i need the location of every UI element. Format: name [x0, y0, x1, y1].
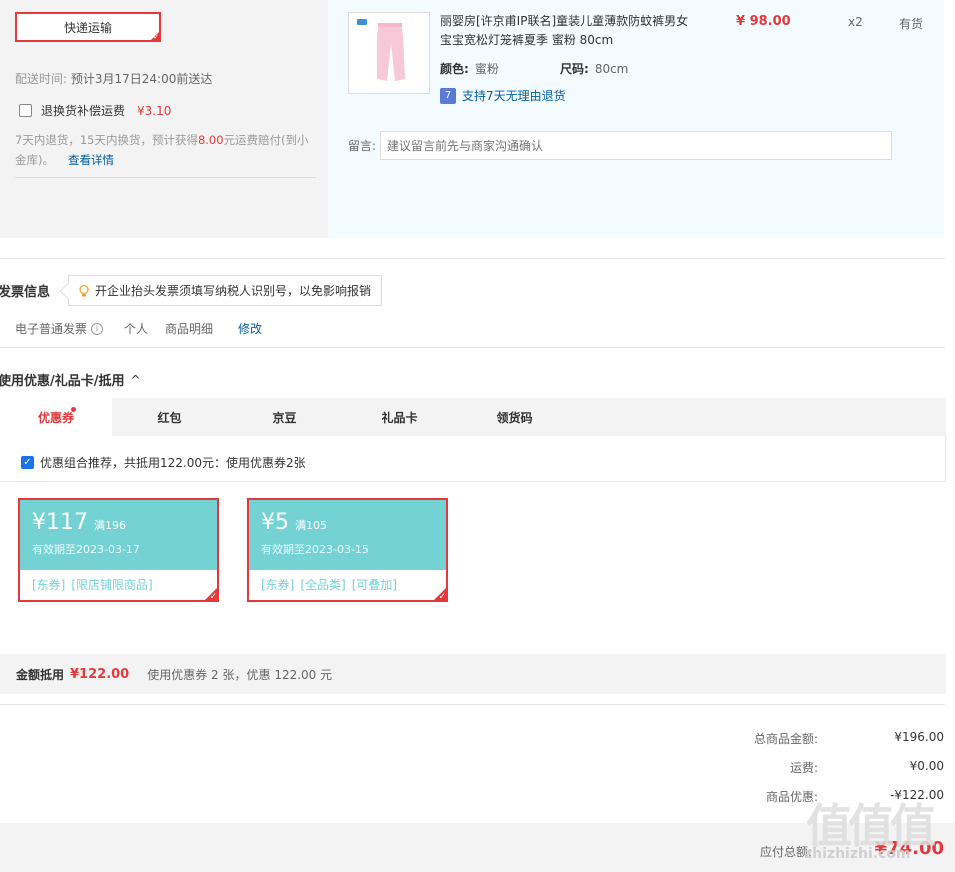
invoice-title: 发票信息 — [0, 285, 51, 300]
product-title[interactable]: 丽婴房[许京甫IP联名]童装儿童薄款防蚊裤男女宝宝宽松灯笼裤夏季 蜜粉 80cm — [440, 12, 690, 50]
product-image[interactable] — [348, 12, 430, 94]
tip-arrow — [59, 282, 77, 300]
express-shipping-label: 快递运输 — [63, 20, 112, 35]
coupon-amount: ¥5 — [261, 510, 289, 535]
coupon-tag: [可叠加] — [351, 578, 398, 592]
combo-recommend[interactable]: ✓ 优惠组合推荐，共抵用122.00元：使用优惠券2张 — [21, 454, 306, 471]
tab-label: 领货码 — [496, 410, 533, 425]
freight-insurance-desc: 7天内退货，15天内换货，预计获得8.00元运费赔付(到小金库)。 查看详情 — [15, 130, 318, 170]
discount-label: 商品优惠: — [765, 790, 818, 804]
check-icon: ✓ — [438, 592, 446, 602]
color-value: 蜜粉 — [474, 62, 499, 76]
color-label: 颜色: — [440, 62, 469, 76]
delivery-time: 配送时间: 预计3月17日24:00前送达 — [15, 70, 212, 87]
size-label: 尺码: — [560, 62, 589, 76]
summary-label: 金额抵用 — [16, 667, 65, 682]
coupon-tag: [东券] — [32, 578, 66, 592]
seven-day-return: 7 支持7天无理由退货 — [440, 87, 566, 104]
invoice-details: 电子普通发票 i 个人 商品明细 修改 — [15, 320, 262, 337]
freight-insurance-label: 退换货补偿运费 — [41, 104, 126, 118]
delivery-value: 预计3月17日24:00前送达 — [70, 72, 213, 86]
coupon-tag: [全品类] — [300, 578, 346, 592]
chevron-up-icon: ^ — [130, 372, 141, 387]
coupon-tabs: 优惠券 红包 京豆 礼品卡 领货码 — [0, 398, 946, 436]
tab-label: 红包 — [157, 410, 182, 425]
tab-red-packet[interactable]: 红包 — [112, 398, 227, 436]
summary-text: 使用优惠券 2 张，优惠 122.00 元 — [147, 667, 333, 682]
coupon-tag: [限店铺限商品] — [71, 578, 153, 592]
invoice-type: 电子普通发票 — [15, 322, 88, 336]
ins-amount: 8.00 — [197, 133, 224, 147]
invoice-tip: 开企业抬头发票须填写纳税人识别号，以免影响报销 — [59, 275, 382, 306]
divider — [0, 704, 945, 705]
delivery-label: 配送时间: — [15, 72, 68, 86]
invoice-header: 个人 — [124, 322, 149, 336]
tab-label: 礼品卡 — [381, 410, 418, 425]
coupon-tag: [东券] — [261, 578, 295, 592]
coupon-tags: [东券] [全品类] [可叠加] — [249, 570, 446, 599]
coupon-section-title: 使用优惠/礼品卡/抵用 — [0, 374, 125, 389]
coupon-condition: 满196 — [94, 519, 126, 532]
freight-insurance-option[interactable]: 退换货补偿运费 ¥3.10 — [19, 102, 171, 119]
product-price: ¥ 98.00 — [736, 14, 791, 29]
coupon-tags: [东券] [限店铺限商品] — [20, 570, 217, 599]
check-icon: ✓ — [153, 33, 159, 41]
express-shipping-button[interactable]: 快递运输 ✓ — [15, 12, 161, 42]
coupon-section-toggle[interactable]: 使用优惠/礼品卡/抵用 ^ — [0, 370, 141, 390]
return-7day-icon: 7 — [440, 87, 456, 104]
divider — [15, 177, 316, 178]
message-input[interactable] — [380, 131, 892, 160]
goods-total-value: ¥196.00 — [894, 730, 944, 744]
size-value: 80cm — [594, 62, 629, 76]
invoice-modify-link[interactable]: 修改 — [238, 320, 262, 337]
payable-label: 应付总额: — [759, 845, 812, 859]
summary-amount: ¥122.00 — [70, 666, 130, 682]
check-icon: ✓ — [209, 592, 217, 602]
freight-insurance-price: ¥3.10 — [137, 103, 172, 118]
product-color: 颜色: 蜜粉 — [440, 60, 499, 77]
tab-gift-card[interactable]: 礼品卡 — [342, 398, 457, 436]
return-text: 支持7天无理由退货 — [462, 89, 566, 103]
coupon-card[interactable]: ¥117 满196 有效期至2023-03-17 [东券] [限店铺限商品] ✓ — [18, 498, 219, 602]
coupon-summary: 金额抵用 ¥122.00 使用优惠券 2 张，优惠 122.00 元 — [0, 654, 946, 694]
freight-label: 运费: — [789, 761, 818, 775]
coupon-amount: ¥117 — [32, 510, 88, 535]
tab-label: 优惠券 — [37, 410, 74, 425]
product-stock: 有货 — [899, 17, 924, 31]
tab-label: 京豆 — [272, 410, 297, 425]
divider — [0, 481, 946, 482]
tab-claim-code[interactable]: 领货码 — [457, 398, 572, 436]
goods-total-label: 总商品金额: — [753, 732, 818, 746]
freight-value: ¥0.00 — [909, 759, 944, 773]
view-details-link[interactable]: 查看详情 — [68, 153, 114, 167]
divider — [0, 258, 945, 259]
watermark-url: zhizhizhi.com — [804, 846, 911, 862]
combo-text: 优惠组合推荐，共抵用122.00元：使用优惠券2张 — [40, 456, 306, 470]
tab-coupons[interactable]: 优惠券 — [0, 398, 112, 436]
product-qty: x2 — [848, 15, 863, 29]
lightbulb-icon — [77, 284, 91, 298]
ins-desc-part1: 7天内退货，15天内换货，预计获得 — [15, 133, 198, 147]
coupon-expiry: 有效期至2023-03-15 — [261, 543, 369, 556]
tab-jingdou[interactable]: 京豆 — [227, 398, 342, 436]
product-size: 尺码: 80cm — [560, 60, 628, 77]
message-label: 留言: — [348, 139, 377, 153]
divider — [945, 436, 946, 482]
info-icon[interactable]: i — [91, 322, 104, 335]
coupon-card[interactable]: ¥5 满105 有效期至2023-03-15 [东券] [全品类] [可叠加] ✓ — [247, 498, 448, 602]
coupon-expiry: 有效期至2023-03-17 — [32, 543, 140, 556]
new-dot — [71, 407, 76, 412]
coupon-card-top: ¥117 满196 有效期至2023-03-17 — [20, 500, 217, 570]
combo-checkbox[interactable]: ✓ — [21, 456, 34, 469]
invoice-tip-text: 开企业抬头发票须填写纳税人识别号，以免影响报销 — [95, 284, 372, 298]
coupon-condition: 满105 — [295, 519, 327, 532]
freight-insurance-checkbox[interactable] — [19, 104, 32, 117]
invoice-content: 商品明细 — [165, 322, 214, 336]
divider — [0, 347, 945, 348]
coupon-card-top: ¥5 满105 有效期至2023-03-15 — [249, 500, 446, 570]
